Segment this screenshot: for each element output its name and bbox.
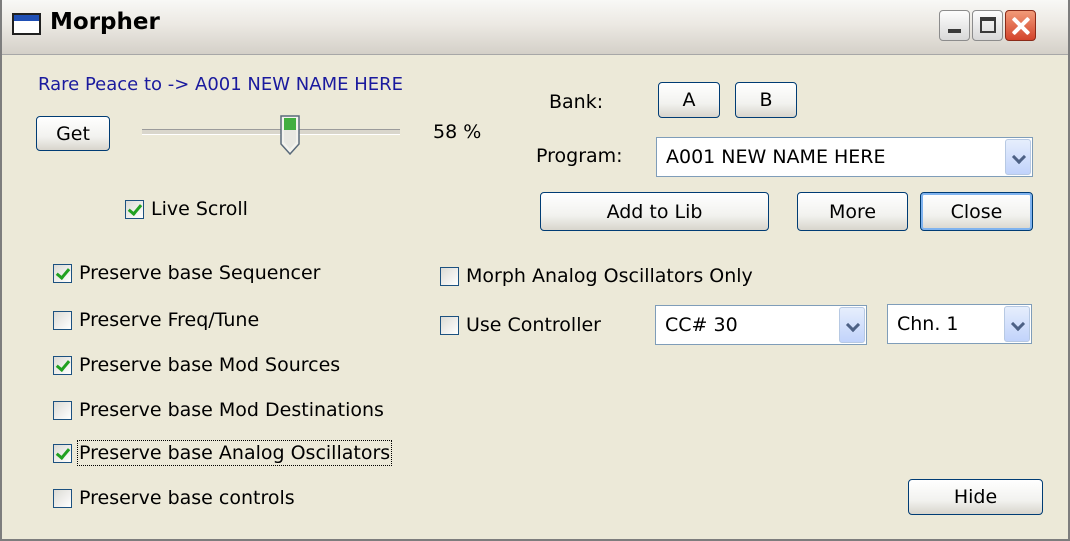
preserve-controls-checkbox[interactable] [53,489,72,508]
title-bar[interactable]: Morpher [2,0,1068,55]
live-scroll-checkbox[interactable] [125,200,144,219]
use-controller-checkbox[interactable] [440,316,459,335]
more-button[interactable]: More [797,192,908,231]
morph-percent-label: 58 % [433,121,482,143]
midi-channel-select[interactable]: Chn. 1 [887,304,1032,344]
morpher-window: Morpher Rare Peace to -> A001 NEW NAME H… [0,0,1070,541]
chevron-down-icon[interactable] [839,307,865,343]
window-title: Morpher [50,9,160,35]
preserve-sequencer-checkbox[interactable] [53,264,72,283]
bank-a-button[interactable]: A [658,82,720,118]
window-app-icon [12,13,41,35]
preserve-mod-destinations-label: Preserve base Mod Destinations [79,399,384,421]
program-select[interactable]: A001 NEW NAME HERE [656,137,1033,177]
preserve-mod-sources-label: Preserve base Mod Sources [79,354,341,376]
minimize-icon[interactable] [939,10,970,41]
morph-slider-track[interactable] [142,129,400,135]
preserve-sequencer-label: Preserve base Sequencer [79,262,321,284]
program-select-value: A001 NEW NAME HERE [666,146,886,168]
close-button[interactable]: Close [920,192,1033,231]
preserve-analog-oscillators-label: Preserve base Analog Oscillators [76,440,393,466]
midi-channel-value: Chn. 1 [897,313,959,335]
morph-analog-only-label: Morph Analog Oscillators Only [466,265,753,287]
preserve-controls-label: Preserve base controls [79,487,295,509]
get-button[interactable]: Get [36,116,110,151]
bank-b-button[interactable]: B [735,82,797,118]
add-to-lib-button[interactable]: Add to Lib [540,192,769,231]
morph-slider-thumb[interactable] [279,114,301,156]
bank-label: Bank: [549,91,604,113]
preserve-analog-oscillators-checkbox[interactable] [53,444,72,463]
preserve-freq-tune-label: Preserve Freq/Tune [79,309,260,331]
chevron-down-icon[interactable] [1005,139,1031,175]
morph-status-text: Rare Peace to -> A001 NEW NAME HERE [38,74,403,95]
program-label: Program: [536,145,623,167]
preserve-freq-tune-checkbox[interactable] [53,311,72,330]
use-controller-label: Use Controller [466,314,601,336]
hide-button[interactable]: Hide [908,479,1043,515]
maximize-icon[interactable] [972,10,1003,41]
controller-cc-value: CC# 30 [665,314,738,336]
morph-analog-only-checkbox[interactable] [440,267,459,286]
preserve-mod-destinations-checkbox[interactable] [53,401,72,420]
chevron-down-icon[interactable] [1004,306,1030,342]
live-scroll-label: Live Scroll [151,198,248,220]
preserve-mod-sources-checkbox[interactable] [53,356,72,375]
close-icon[interactable] [1005,10,1036,41]
controller-cc-select[interactable]: CC# 30 [655,305,867,345]
